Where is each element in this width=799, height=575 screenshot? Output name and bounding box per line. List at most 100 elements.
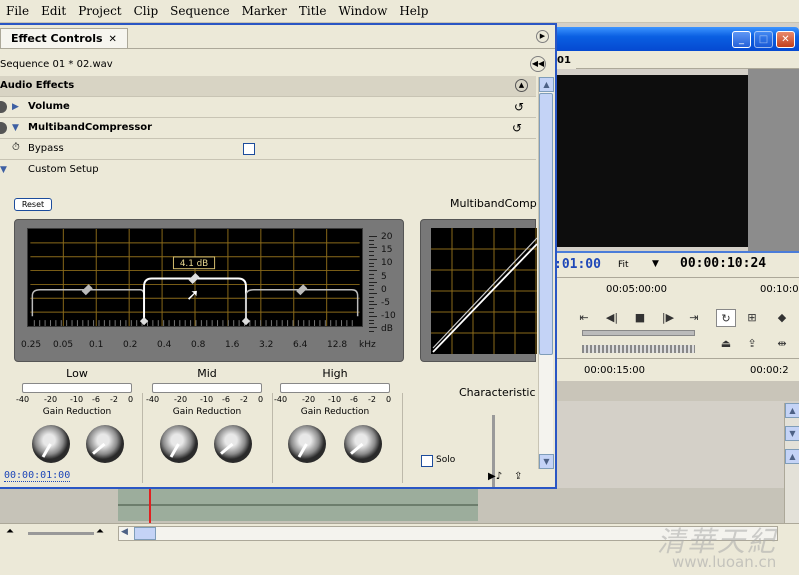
zoom-in-icon[interactable]: ⏶: [96, 526, 104, 537]
frequency-label: 1.6: [225, 340, 240, 350]
close-icon[interactable]: ✕: [109, 34, 117, 45]
threshold-knob[interactable]: [288, 425, 326, 463]
menu-edit[interactable]: Edit: [35, 0, 72, 23]
shuttle-slider[interactable]: [582, 330, 695, 336]
panel-current-timecode[interactable]: 00:00:01:00: [4, 470, 71, 482]
reset-button[interactable]: Reset: [14, 198, 52, 211]
db-tick: [369, 270, 377, 272]
param-label: Custom Setup: [28, 164, 99, 175]
scroll-up-icon[interactable]: ▲: [785, 449, 799, 464]
timeline-ruler[interactable]: 00:00:15:00 00:00:2: [548, 359, 799, 381]
tab-effect-controls[interactable]: Effect Controls ✕: [0, 28, 128, 48]
trim-icon[interactable]: ⇹: [772, 335, 792, 353]
ratio-knob[interactable]: [86, 425, 124, 463]
db-tick: [369, 281, 377, 283]
db-tick: [369, 304, 377, 306]
collapse-triangle-icon[interactable]: ▼: [12, 123, 19, 133]
db-tick: [369, 274, 374, 275]
step-back-icon[interactable]: ◀|: [602, 309, 622, 327]
mid-gain-handle: [188, 272, 200, 285]
step-forward-icon[interactable]: |▶: [658, 309, 678, 327]
scroll-left-icon[interactable]: ◀: [121, 527, 128, 537]
panel-tab-bar: Effect Controls ✕ ▶: [0, 25, 555, 49]
stopwatch-icon[interactable]: ⏱: [12, 142, 20, 153]
stop-icon[interactable]: ■: [630, 309, 650, 327]
crossover-graph[interactable]: 4.1 dB: [27, 228, 363, 327]
timeline-work-area[interactable]: [548, 381, 799, 401]
monitor-title-bar[interactable]: _ □ ✕: [548, 27, 799, 51]
zoom-fit-select[interactable]: Fit: [618, 260, 629, 270]
expand-triangle-icon[interactable]: ▶: [12, 102, 19, 112]
monitor-tab-bar: 01: [548, 51, 799, 69]
show-timeline-icon[interactable]: ◀◀: [530, 56, 546, 72]
set-out-icon[interactable]: ⇥: [684, 309, 704, 327]
bypass-checkbox[interactable]: [243, 143, 255, 155]
maximize-button[interactable]: □: [754, 31, 773, 48]
menu-file[interactable]: File: [0, 0, 35, 23]
knob-needle: [350, 442, 364, 455]
effect-row-volume[interactable]: ▶ Volume ↺: [0, 97, 536, 118]
loop-audio-icon[interactable]: ⇪: [514, 471, 522, 482]
monitor-current-timecode[interactable]: :01:00: [554, 257, 601, 272]
scroll-up-icon[interactable]: ▲: [539, 77, 554, 92]
effect-toggle-icon[interactable]: [0, 122, 7, 134]
frequency-label: 0.2: [123, 340, 138, 350]
minimize-button[interactable]: _: [732, 31, 751, 48]
chevron-down-icon[interactable]: ▼: [652, 259, 659, 269]
crossover-handle: [241, 316, 251, 326]
collapse-triangle-icon[interactable]: ▼: [0, 165, 7, 175]
output-icon[interactable]: ◆: [772, 309, 792, 327]
waveform-line: [118, 504, 478, 506]
db-tick: [369, 285, 374, 287]
scroll-down-icon[interactable]: ▼: [785, 426, 799, 441]
scroll-thumb[interactable]: [539, 93, 553, 355]
menu-sequence[interactable]: Sequence: [164, 0, 235, 23]
reset-icon[interactable]: ↺: [512, 121, 522, 135]
menu-help[interactable]: Help: [393, 0, 434, 23]
scroll-thumb[interactable]: [134, 527, 156, 540]
lift-icon[interactable]: ⏏: [716, 335, 736, 353]
ratio-knob[interactable]: [344, 425, 382, 463]
jog-dial[interactable]: [582, 345, 695, 353]
panel-vertical-scrollbar[interactable]: ▲ ▼: [538, 77, 554, 469]
audio-track[interactable]: [0, 488, 784, 523]
effect-toggle-icon[interactable]: [0, 101, 7, 113]
menu-window[interactable]: Window: [332, 0, 393, 23]
monitor-side-area: [748, 69, 799, 251]
band-name: High: [322, 367, 348, 380]
param-label: Bypass: [28, 143, 64, 154]
threshold-knob[interactable]: [160, 425, 198, 463]
param-row-custom-setup: ▼ Custom Setup: [0, 160, 536, 181]
extract-icon[interactable]: ⇪: [742, 335, 762, 353]
monitor-time-ruler[interactable]: 00:05:00:00 00:10:0: [548, 277, 799, 303]
safe-margins-icon[interactable]: ⊞: [742, 309, 762, 327]
reset-icon[interactable]: ↺: [514, 100, 524, 114]
db-scale: 20 15 10 5 0 -5 -10 dB: [367, 228, 397, 338]
low-band-curve: [31, 289, 145, 323]
zoom-slider[interactable]: [28, 532, 94, 535]
collapse-up-icon[interactable]: ▲: [515, 79, 528, 92]
audio-playback-icon[interactable]: ▶♪: [488, 471, 502, 482]
loop-icon[interactable]: ↻: [716, 309, 736, 327]
threshold-knob[interactable]: [32, 425, 70, 463]
menu-title[interactable]: Title: [293, 0, 333, 23]
zoom-out-icon[interactable]: ⏶: [6, 526, 14, 537]
playhead[interactable]: [149, 488, 151, 523]
db-tick: [369, 258, 377, 260]
menu-project[interactable]: Project: [72, 0, 127, 23]
menu-marker[interactable]: Marker: [236, 0, 293, 23]
timeline-area: 00:00:15:00 00:00:2: [548, 358, 799, 420]
effect-row-multiband[interactable]: ▼ MultibandCompressor ↺: [0, 118, 536, 139]
menu-clip[interactable]: Clip: [128, 0, 165, 23]
solo-checkbox[interactable]: [421, 455, 433, 467]
scroll-down-icon[interactable]: ▼: [539, 454, 554, 469]
scroll-up-icon[interactable]: ▲: [785, 403, 799, 418]
tick-label: -40: [274, 395, 288, 404]
audio-waveform[interactable]: [118, 488, 478, 521]
frequency-label: 6.4: [293, 340, 308, 350]
panel-menu-icon[interactable]: ▶: [536, 30, 549, 43]
set-in-icon[interactable]: ⇤: [574, 309, 594, 327]
close-button[interactable]: ✕: [776, 31, 795, 48]
ratio-knob[interactable]: [214, 425, 252, 463]
timeline-vertical-scrollbar[interactable]: ▲ ▼ ▲: [784, 403, 799, 523]
